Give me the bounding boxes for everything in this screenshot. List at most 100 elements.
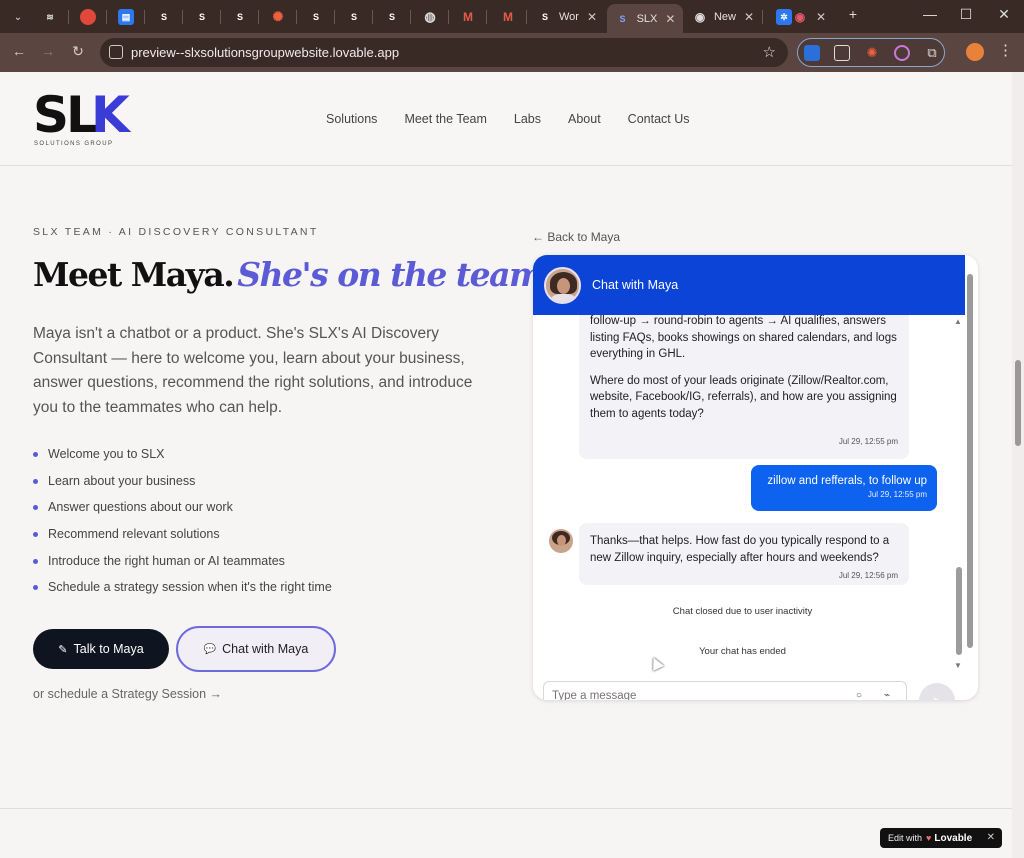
- chat-outer-scrollbar-thumb[interactable]: [967, 274, 973, 648]
- nav-labs[interactable]: Labs: [514, 112, 541, 126]
- site-info-icon[interactable]: [109, 45, 123, 59]
- doc-icon: ▤: [118, 9, 134, 25]
- back-arrow-icon[interactable]: ←: [9, 43, 29, 59]
- site-header: SL K SOLUTIONS GROUP Solutions Meet the …: [0, 72, 1012, 166]
- maximize-icon[interactable]: ☐: [956, 6, 976, 23]
- tab-slx-active[interactable]: S SLX ✕: [607, 4, 683, 33]
- attachment-icon[interactable]: ⌁: [884, 690, 890, 700]
- slx-icon: S: [350, 12, 357, 22]
- extension-icon[interactable]: [804, 45, 820, 61]
- extensions-group: ✺ ⧉: [797, 38, 945, 67]
- nav-solutions[interactable]: Solutions: [326, 112, 377, 126]
- profile-avatar[interactable]: [966, 43, 984, 61]
- eyebrow: SLX TEAM · AI DISCOVERY CONSULTANT: [33, 226, 319, 238]
- list-item: Learn about your business: [33, 473, 332, 500]
- slx-icon: S: [541, 12, 548, 22]
- browser-toolbar: ← → ↻ preview--slxsolutionsgroupwebsite.…: [0, 33, 1024, 72]
- chat-outer-scrollbar[interactable]: [964, 258, 975, 698]
- page-title: Meet Maya. She's on the team.: [33, 255, 554, 294]
- avatar: [544, 267, 581, 304]
- chat-ended-notice: Your chat has ended: [699, 646, 786, 657]
- url-text[interactable]: preview--slxsolutionsgroupwebsite.lovabl…: [131, 45, 399, 60]
- burst-icon[interactable]: ✺: [864, 45, 880, 61]
- bookmark-star-icon[interactable]: ☆: [763, 43, 776, 61]
- address-bar[interactable]: preview--slxsolutionsgroupwebsite.lovabl…: [100, 38, 788, 67]
- chevron-down-icon: ⌄: [13, 11, 23, 23]
- more-menu-icon[interactable]: ⋮: [998, 41, 1013, 59]
- scroll-down-icon[interactable]: ▼: [954, 661, 962, 670]
- tab[interactable]: S: [302, 4, 330, 30]
- page-scrollbar-thumb[interactable]: [1015, 360, 1021, 446]
- nav-about[interactable]: About: [568, 112, 601, 126]
- tab[interactable]: M: [492, 4, 524, 30]
- tab[interactable]: S: [226, 4, 254, 30]
- new-tab-button[interactable]: +: [843, 6, 863, 22]
- extension-icon[interactable]: [894, 45, 910, 61]
- heart-icon: ♥: [926, 833, 932, 843]
- tab[interactable]: ≋: [36, 4, 64, 30]
- close-icon[interactable]: ✕: [816, 10, 826, 24]
- gmail-icon: M: [503, 10, 513, 24]
- nav-meet-the-team[interactable]: Meet the Team: [404, 112, 486, 126]
- send-button[interactable]: ➤: [919, 683, 955, 700]
- list-item: Answer questions about our work: [33, 499, 332, 526]
- tab-label: New: [713, 11, 736, 23]
- tab-search-button[interactable]: ⌄: [8, 4, 28, 30]
- list-item: Schedule a strategy session when it's th…: [33, 579, 332, 606]
- tab[interactable]: S: [378, 4, 406, 30]
- message-timestamp: Jul 29, 12:56 pm: [838, 571, 898, 580]
- slx-icon: S: [388, 12, 395, 22]
- close-icon[interactable]: ✕: [587, 10, 597, 24]
- tab[interactable]: [74, 4, 102, 30]
- forward-arrow-icon[interactable]: →: [38, 43, 58, 59]
- close-icon[interactable]: ✕: [987, 832, 995, 843]
- close-icon[interactable]: ✕: [665, 12, 675, 26]
- talk-to-maya-button[interactable]: ✎ Talk to Maya: [33, 629, 169, 669]
- page-scrollbar[interactable]: [1012, 72, 1024, 858]
- chat-bubble-icon: 💬: [203, 643, 217, 655]
- tab[interactable]: ◍: [416, 4, 444, 30]
- back-to-maya-link[interactable]: ← Back to Maya: [532, 230, 620, 244]
- main-nav: Solutions Meet the Team Labs About Conta…: [326, 112, 690, 126]
- tab-label: SLX: [636, 12, 658, 25]
- tab[interactable]: S: [340, 4, 368, 30]
- globe-icon: ◍: [424, 9, 436, 24]
- tab[interactable]: S: [150, 4, 178, 30]
- app-icon: [80, 9, 96, 25]
- message-input[interactable]: [552, 690, 842, 700]
- capabilities-list: Welcome you to SLX Learn about your busi…: [33, 446, 332, 606]
- schedule-strategy-link[interactable]: or schedule a Strategy Session →: [33, 687, 222, 701]
- nav-contact-us[interactable]: Contact Us: [628, 112, 690, 126]
- tab[interactable]: M: [454, 4, 482, 30]
- browser-tab-strip: ⌄ ≋ ▤ S S S ✺ S S S ◍ M M S Wor ✕ S SLX …: [0, 0, 1024, 33]
- tab-wor[interactable]: S Wor ✕: [532, 4, 602, 30]
- close-icon[interactable]: ✕: [744, 10, 754, 24]
- tab[interactable]: ▤: [112, 4, 140, 30]
- emoji-icon[interactable]: ○: [856, 690, 862, 700]
- section-divider: [0, 808, 1012, 809]
- microphone-icon: ✎: [58, 643, 68, 656]
- tab-new[interactable]: ◉ New ✕: [688, 4, 758, 30]
- extension-icon[interactable]: [834, 45, 850, 61]
- chat-messages[interactable]: follow-up → round-robin to agents → AI q…: [533, 315, 965, 683]
- message-timestamp: Jul 29, 12:55 pm: [838, 437, 898, 446]
- bot-message: follow-up → round-robin to agents → AI q…: [579, 315, 909, 459]
- chat-widget: Chat with Maya follow-up → round-robin t…: [533, 255, 978, 700]
- scroll-up-icon[interactable]: ▲: [954, 317, 962, 326]
- chat-scrollbar-thumb[interactable]: [956, 567, 962, 655]
- puzzle-icon[interactable]: ⧉: [924, 45, 940, 61]
- edit-with-lovable-badge[interactable]: Edit with ♥ Lovable ✕: [880, 828, 1002, 848]
- window-close-icon[interactable]: ✕: [994, 6, 1014, 23]
- slx-icon: S: [160, 12, 167, 22]
- tab[interactable]: ✲ ◉ ✕: [766, 4, 836, 30]
- reload-icon[interactable]: ↻: [68, 43, 88, 60]
- record-icon: ◉: [794, 10, 806, 24]
- tab[interactable]: S: [188, 4, 216, 30]
- swirl-icon: ≋: [46, 11, 54, 22]
- minimize-icon[interactable]: —: [920, 6, 940, 22]
- chat-with-maya-button[interactable]: 💬 Chat with Maya: [176, 626, 336, 672]
- slx-logo[interactable]: SL K SOLUTIONS GROUP: [33, 86, 130, 152]
- tab[interactable]: ✺: [264, 4, 292, 30]
- send-icon: ➤: [932, 694, 942, 700]
- list-item: Introduce the right human or AI teammate…: [33, 553, 332, 580]
